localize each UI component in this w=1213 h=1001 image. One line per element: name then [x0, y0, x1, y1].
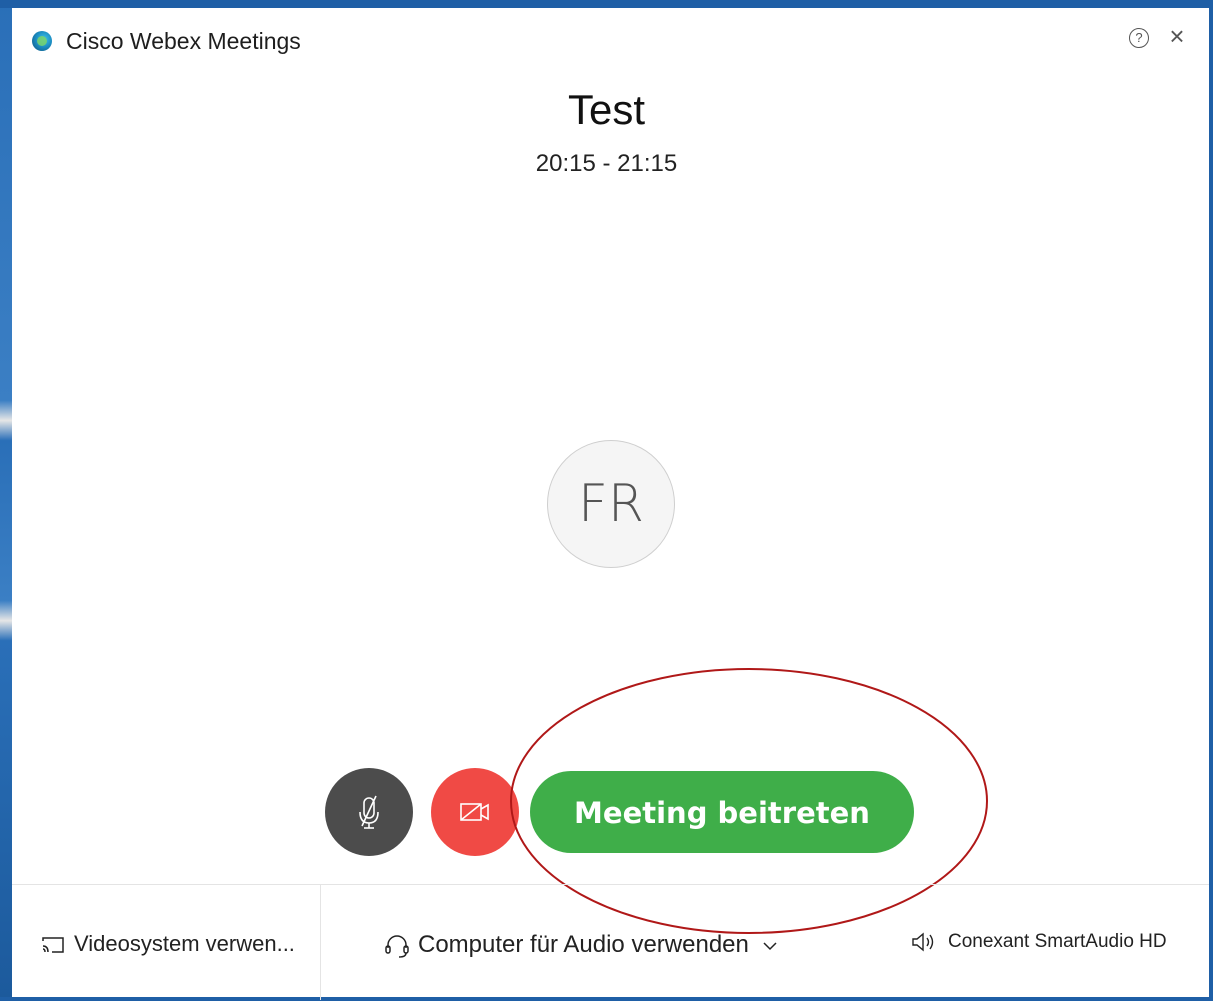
close-icon[interactable]: ×	[1165, 23, 1189, 49]
meeting-time: 20:15 - 21:15	[535, 150, 678, 177]
cast-icon	[42, 937, 64, 953]
app-title: Cisco Webex Meetings	[66, 28, 301, 54]
speaker-selector[interactable]: Conexant SmartAudio HD	[910, 931, 1167, 953]
webex-logo-icon	[32, 31, 52, 51]
desktop-background-top	[0, 0, 1213, 8]
speaker-icon	[912, 932, 934, 952]
microphone-muted-icon	[359, 795, 379, 829]
audio-option-dropdown[interactable]: Computer für Audio verwenden	[384, 931, 778, 959]
video-button[interactable]	[431, 768, 519, 856]
join-meeting-button[interactable]: Meeting beitreten	[530, 771, 914, 853]
help-icon[interactable]: ?	[1129, 28, 1149, 48]
meeting-title: Test	[567, 86, 646, 133]
desktop-background-bottom	[0, 997, 1213, 1001]
audio-option-label: Computer für Audio verwenden	[418, 931, 749, 958]
avatar: FR	[547, 440, 675, 568]
video-system-label: Videosystem verwen...	[74, 931, 295, 956]
video-system-button[interactable]: Videosystem verwen...	[40, 931, 295, 957]
mute-button[interactable]	[325, 768, 413, 856]
video-off-icon	[460, 803, 489, 821]
footer-divider	[320, 885, 321, 1000]
footer-bar: Videosystem verwen... Computer für Audio…	[12, 884, 1209, 1000]
headset-icon	[385, 934, 409, 958]
title-bar: Cisco Webex Meetings ? ×	[12, 8, 1209, 68]
speaker-label: Conexant SmartAudio HD	[948, 931, 1167, 953]
chevron-down-icon	[763, 942, 777, 950]
